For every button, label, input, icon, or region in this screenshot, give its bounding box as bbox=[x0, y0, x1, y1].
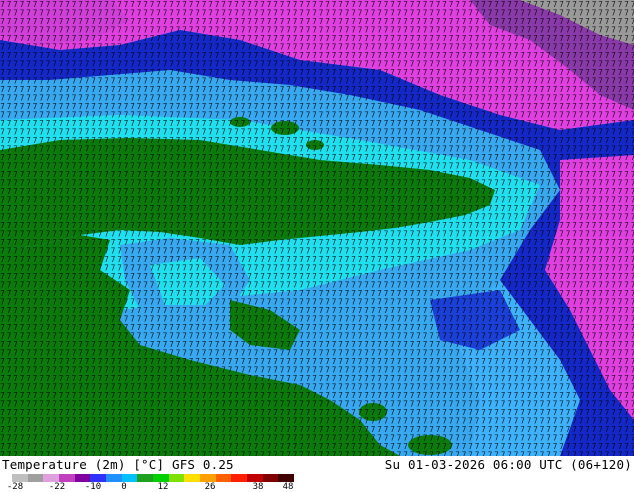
color-scale-swatch-0 bbox=[12, 474, 28, 482]
scale-tick-5: 26 bbox=[204, 482, 216, 492]
color-scale-swatch-9 bbox=[153, 474, 169, 482]
map-footer: Temperature (2m) [°C] GFS 0.25 Su 01-03-… bbox=[0, 456, 634, 492]
color-scale-swatch-10 bbox=[168, 474, 185, 482]
color-scale-swatch-14 bbox=[231, 474, 248, 482]
scale-tick-0: -28 bbox=[6, 482, 24, 492]
scale-tick-3: 0 bbox=[121, 482, 127, 492]
color-scale-swatch-11 bbox=[184, 474, 201, 482]
color-scale-swatch-16 bbox=[262, 474, 279, 482]
scale-tick-2: -10 bbox=[84, 482, 102, 492]
valid-time: Su 01-03-2026 06:00 UTC (06+120) bbox=[384, 457, 632, 472]
scale-tick-6: 38 bbox=[252, 482, 264, 492]
color-scale-swatch-6 bbox=[106, 474, 122, 482]
color-scale-swatch-3 bbox=[59, 474, 75, 482]
color-scale-swatch-8 bbox=[137, 474, 154, 482]
scale-tick-1: -22 bbox=[48, 482, 66, 492]
temperature-map: 7 bbox=[0, 0, 634, 456]
color-scale-swatch-1 bbox=[27, 474, 44, 482]
color-scale-swatch-13 bbox=[215, 474, 232, 482]
scale-tick-7: 48 bbox=[282, 482, 294, 492]
map-title: Temperature (2m) [°C] GFS 0.25 bbox=[2, 457, 234, 472]
color-scale: -28 -22 -10 0 12 26 38 48 bbox=[2, 474, 295, 492]
color-scale-bar bbox=[12, 474, 295, 482]
color-scale-swatch-4 bbox=[74, 474, 91, 482]
color-scale-swatch-17 bbox=[278, 474, 295, 482]
scale-tick-4: 12 bbox=[157, 482, 169, 492]
color-scale-swatch-7 bbox=[121, 474, 138, 482]
color-scale-swatch-15 bbox=[247, 474, 263, 482]
digit-overlay bbox=[0, 0, 634, 456]
color-scale-swatch-5 bbox=[90, 474, 107, 482]
color-scale-swatch-12 bbox=[200, 474, 216, 482]
color-scale-swatch-2 bbox=[43, 474, 60, 482]
